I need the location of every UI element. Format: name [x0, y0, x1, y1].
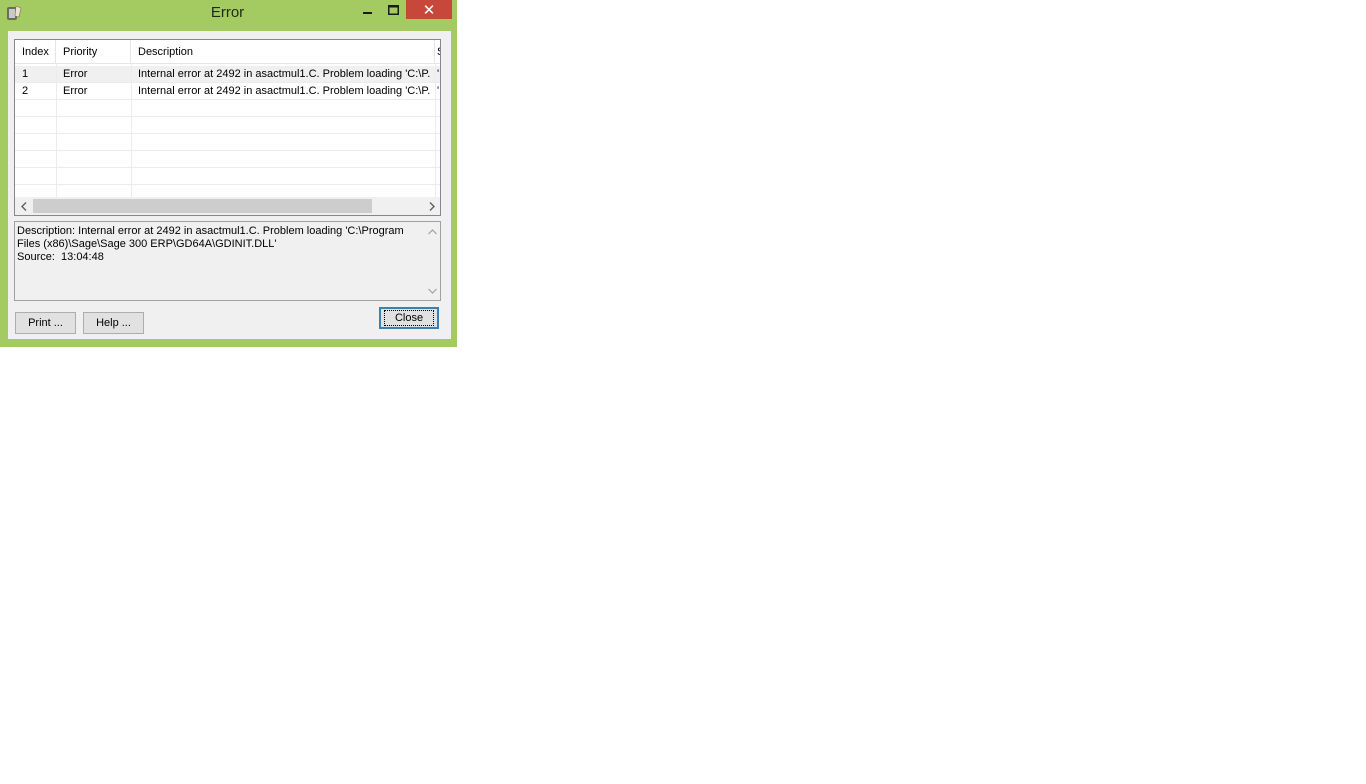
row-description: Internal error at 2492 in asactmul1.C. P… — [138, 85, 431, 97]
row-index: 1 — [22, 68, 29, 80]
row-priority: Error — [63, 85, 88, 97]
table-row[interactable]: 1 Error Internal error at 2492 in asactm… — [15, 66, 440, 83]
detail-textbox[interactable]: Description: Internal error at 2492 in a… — [14, 221, 441, 301]
close-button[interactable]: Close — [379, 307, 439, 329]
column-divider — [131, 64, 132, 197]
scrollbar-thumb[interactable] — [33, 199, 372, 213]
empty-row — [15, 134, 440, 151]
column-header-source[interactable]: S — [435, 40, 440, 64]
dialog-client-area: Index Priority Description S 1 Error Int… — [8, 31, 451, 339]
row-priority: Error — [63, 68, 88, 80]
empty-row — [15, 151, 440, 168]
maximize-icon — [388, 4, 399, 15]
close-button-label: Close — [383, 310, 435, 326]
scroll-right-arrow-icon[interactable] — [423, 197, 440, 215]
minimize-button[interactable] — [355, 0, 380, 19]
help-button[interactable]: Help ... — [83, 312, 144, 334]
scroll-left-arrow-icon[interactable] — [15, 197, 32, 215]
empty-row — [15, 100, 440, 117]
detail-text: Description: Internal error at 2492 in a… — [17, 225, 404, 263]
close-icon: ✕ — [422, 1, 436, 19]
close-window-button[interactable]: ✕ — [406, 0, 452, 19]
list-header: Index Priority Description S — [15, 40, 440, 64]
horizontal-scrollbar[interactable] — [15, 197, 440, 215]
help-button-label: Help ... — [96, 317, 131, 329]
error-list[interactable]: Index Priority Description S 1 Error Int… — [14, 39, 441, 216]
scroll-down-arrow-icon[interactable] — [425, 284, 439, 298]
column-divider — [56, 64, 57, 197]
column-header-description[interactable]: Description — [131, 40, 435, 64]
column-divider — [435, 64, 436, 197]
table-row[interactable]: 2 Error Internal error at 2492 in asactm… — [15, 83, 440, 100]
empty-row — [15, 117, 440, 134]
error-dialog-window: Error ✕ Index Priority Description S 1 E… — [0, 0, 457, 347]
minimize-icon — [362, 11, 372, 14]
empty-row — [15, 168, 440, 185]
print-button-label: Print ... — [28, 317, 63, 329]
row-description: Internal error at 2492 in asactmul1.C. P… — [138, 68, 431, 80]
column-header-priority[interactable]: Priority — [56, 40, 131, 64]
scroll-up-arrow-icon[interactable] — [425, 225, 439, 239]
title-bar[interactable]: Error ✕ — [0, 0, 457, 28]
row-index: 2 — [22, 85, 29, 97]
print-button[interactable]: Print ... — [15, 312, 76, 334]
maximize-button[interactable] — [381, 0, 406, 19]
column-header-index[interactable]: Index — [15, 40, 56, 64]
